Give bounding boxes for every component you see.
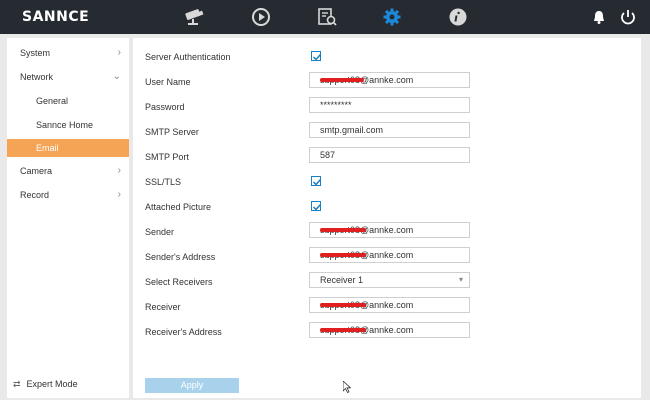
sender-field[interactable]: support08@annke.com <box>309 222 470 238</box>
sidebar-item-label: Network <box>20 72 54 82</box>
ssl-tls-label: SSL/TLS <box>145 177 182 187</box>
camera-icon[interactable] <box>183 7 205 27</box>
sidebar-item-label: Email <box>36 143 59 153</box>
redaction-mark <box>320 328 366 332</box>
bell-icon[interactable] <box>591 7 607 27</box>
redaction-mark <box>320 253 366 257</box>
sender-label: Sender <box>145 227 175 237</box>
select-receivers-value: Receiver 1 <box>320 275 364 285</box>
ssl-tls-checkbox[interactable] <box>311 176 322 186</box>
playback-icon[interactable] <box>250 7 272 27</box>
sidebar-item-label: General <box>36 96 69 106</box>
sidebar-item-camera[interactable]: Camera › <box>7 162 129 180</box>
chevron-down-icon: ⌄ <box>112 71 121 82</box>
smtp-port-label: SMTP Port <box>145 152 189 162</box>
redaction-mark <box>320 228 366 232</box>
sidebar-item-label: Sannce Home <box>36 120 94 130</box>
sidebar-item-general[interactable]: General <box>7 92 129 110</box>
receivers-address-field[interactable]: support08@annke.com <box>309 322 470 338</box>
sidebar-item-label: Camera <box>20 166 53 176</box>
sidebar-item-network[interactable]: Network ⌄ <box>7 68 129 86</box>
redaction-mark <box>320 303 366 307</box>
password-field[interactable]: ********* <box>309 97 470 113</box>
chevron-right-icon: › <box>117 47 121 58</box>
expert-mode-label: Expert Mode <box>26 379 78 389</box>
sidebar-item-email[interactable]: Email <box>7 139 129 157</box>
user-name-field[interactable]: support08@annke.com <box>309 72 470 88</box>
smtp-server-label: SMTP Server <box>145 127 199 137</box>
search-files-icon[interactable] <box>316 7 338 27</box>
server-auth-checkbox[interactable] <box>311 51 322 61</box>
smtp-server-value: smtp.gmail.com <box>320 125 384 135</box>
email-settings-panel: Server Authentication User Name support0… <box>133 38 641 398</box>
receiver-label: Receiver <box>145 302 181 312</box>
chevron-right-icon: › <box>117 165 121 176</box>
expert-mode-toggle[interactable]: ⇄ Expert Mode <box>13 379 78 390</box>
sidebar-item-label: System <box>20 48 51 58</box>
password-value: ********* <box>320 100 352 110</box>
attached-picture-label: Attached Picture <box>145 202 212 212</box>
attached-picture-checkbox[interactable] <box>311 201 322 211</box>
receivers-address-label: Receiver's Address <box>145 327 222 337</box>
smtp-port-value: 587 <box>320 150 336 160</box>
dropdown-arrow-icon: ▾ <box>458 275 463 284</box>
sidebar-item-sannce-home[interactable]: Sannce Home <box>7 116 129 134</box>
chevron-right-icon: › <box>117 189 121 200</box>
sidebar-item-record[interactable]: Record › <box>7 186 129 204</box>
sidebar-item-system[interactable]: System › <box>7 44 129 62</box>
swap-arrows-icon: ⇄ <box>13 379 21 389</box>
power-icon[interactable] <box>619 7 637 27</box>
user-name-label: User Name <box>145 77 191 87</box>
info-icon[interactable] <box>447 7 469 27</box>
settings-icon[interactable] <box>381 7 403 27</box>
select-receivers-dropdown[interactable]: Receiver 1 ▾ <box>309 272 470 288</box>
sannce-logo: SANNCE <box>22 9 90 25</box>
senders-address-field[interactable]: support08@annke.com <box>309 247 470 263</box>
sidebar-item-label: Record <box>20 190 50 200</box>
apply-button[interactable]: Apply <box>145 378 239 393</box>
sidebar: System › Network ⌄ General Sannce Home E… <box>7 38 129 398</box>
top-bar: SANNCE <box>0 0 650 34</box>
server-auth-label: Server Authentication <box>145 52 231 62</box>
select-receivers-label: Select Receivers <box>145 277 213 287</box>
mouse-cursor-icon <box>342 380 352 395</box>
smtp-server-field[interactable]: smtp.gmail.com <box>309 122 470 138</box>
redaction-mark <box>320 78 364 82</box>
smtp-port-field[interactable]: 587 <box>309 147 470 163</box>
senders-address-label: Sender's Address <box>145 252 216 262</box>
receiver-field[interactable]: support08@annke.com <box>309 297 470 313</box>
password-label: Password <box>145 102 185 112</box>
